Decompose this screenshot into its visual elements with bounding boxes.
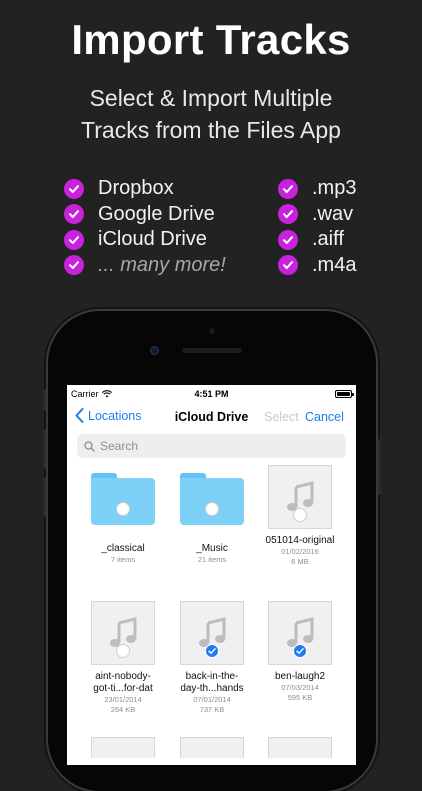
item-name-line-1: aint-nobody- [95, 671, 151, 682]
item-name: _classical [101, 543, 145, 554]
navigation-bar: Locations iCloud Drive Select Cancel [67, 403, 356, 429]
headline: Import Tracks [71, 16, 351, 63]
item-name: 051014-original [265, 535, 335, 546]
phone-side-button [43, 389, 46, 411]
service-item: Google Drive [64, 202, 226, 228]
folder-thumbnail [91, 473, 155, 537]
folder-thumbnail [180, 473, 244, 537]
check-icon [278, 255, 298, 276]
item-size: 264 KB [110, 705, 136, 714]
phone-volume-down [43, 477, 46, 517]
service-label: Google Drive [98, 202, 215, 225]
service-item: ... many more! [64, 253, 226, 279]
item-size: 6 MB [291, 557, 309, 566]
folder-icon [91, 473, 155, 525]
status-time: 4:51 PM [194, 389, 229, 399]
service-item: Dropbox [64, 176, 226, 202]
services-list: Dropbox Google Drive iCloud Drive ... ma… [64, 176, 226, 278]
check-icon [64, 255, 84, 276]
audio-file-item[interactable]: aint-nobody-got-ti...for-dat 23/01/2014 … [77, 601, 169, 715]
battery-icon [335, 390, 354, 398]
audio-thumbnail [91, 601, 155, 665]
check-icon [278, 204, 298, 225]
folder-item[interactable]: _classical 7 items [77, 465, 169, 565]
selected-check-icon[interactable] [205, 644, 219, 658]
format-label: .wav [312, 202, 354, 225]
format-item: .aiff [278, 227, 356, 253]
cancel-button[interactable]: Cancel [305, 410, 344, 424]
audio-file-item-partial[interactable] [91, 737, 155, 758]
audio-file-item[interactable]: back-in-the-day-th...hands 07/01/2014 73… [166, 601, 258, 715]
selection-circle[interactable] [205, 502, 219, 516]
item-date: 07/01/2014 [193, 695, 231, 704]
service-item: iCloud Drive [64, 227, 226, 253]
audio-file-item-partial[interactable] [180, 737, 244, 758]
item-name-line-1: back-in-the- [185, 671, 239, 682]
audio-file-item[interactable]: 051014-original 01/02/2016 6 MB [254, 465, 346, 567]
status-bar: Carrier 4:51 PM [67, 385, 356, 403]
audio-thumbnail [268, 601, 332, 665]
select-button[interactable]: Select [264, 410, 299, 424]
check-icon [278, 178, 298, 199]
earpiece-speaker [182, 348, 242, 353]
item-size: 737 KB [199, 705, 225, 714]
format-label: .aiff [312, 228, 344, 251]
item-date: 23/01/2014 [104, 695, 142, 704]
item-name-line-2: got-ti...for-dat [93, 683, 153, 694]
check-icon [64, 178, 84, 199]
item-meta: 21 items [197, 555, 227, 564]
phone-volume-up [43, 429, 46, 469]
item-name: ben-laugh2 [274, 671, 326, 682]
format-label: .mp3 [312, 177, 357, 200]
formats-list: .mp3 .wav .aiff .m4a [278, 176, 356, 278]
selected-check-icon[interactable] [293, 644, 307, 658]
front-camera [150, 346, 159, 355]
selection-circle[interactable] [293, 508, 307, 522]
folder-item[interactable]: _Music 21 items [166, 465, 258, 565]
proximity-sensor [209, 328, 215, 334]
item-meta: 7 items [110, 555, 136, 564]
search-placeholder: Search [100, 439, 139, 453]
selection-circle[interactable] [116, 502, 130, 516]
service-label: iCloud Drive [98, 228, 207, 251]
format-label: .m4a [312, 253, 357, 276]
item-date: 07/03/2014 [281, 683, 319, 692]
check-icon [64, 229, 84, 250]
audio-thumbnail [268, 465, 332, 529]
subheadline: Select & Import Multiple Tracks from the… [0, 82, 422, 146]
format-item: .mp3 [278, 176, 356, 202]
format-item: .m4a [278, 253, 356, 279]
item-name-line-2: day-th...hands [180, 683, 244, 694]
item-size: 595 KB [287, 693, 313, 702]
audio-thumbnail [180, 601, 244, 665]
item-date: 01/02/2016 [281, 547, 319, 556]
format-item: .wav [278, 202, 356, 228]
audio-file-item[interactable]: ben-laugh2 07/03/2014 595 KB [254, 601, 346, 703]
selection-circle[interactable] [116, 644, 130, 658]
phone-screen: Carrier 4:51 PM Locations iCloud Drive S… [67, 385, 356, 765]
item-name: back-in-the-day-th...hands [166, 671, 258, 695]
search-icon [84, 440, 95, 452]
folder-icon [180, 473, 244, 525]
audio-file-item-partial[interactable] [268, 737, 332, 758]
subhead-line-1: Select & Import Multiple [89, 85, 333, 111]
service-label: Dropbox [98, 177, 174, 200]
check-icon [64, 204, 84, 225]
search-field[interactable]: Search [77, 434, 346, 458]
item-name: aint-nobody-got-ti...for-dat [77, 671, 169, 695]
service-label: ... many more! [98, 253, 226, 276]
phone-power-button [378, 439, 381, 495]
item-name: _Music [196, 543, 228, 554]
subhead-line-2: Tracks from the Files App [81, 117, 341, 143]
check-icon [278, 229, 298, 250]
